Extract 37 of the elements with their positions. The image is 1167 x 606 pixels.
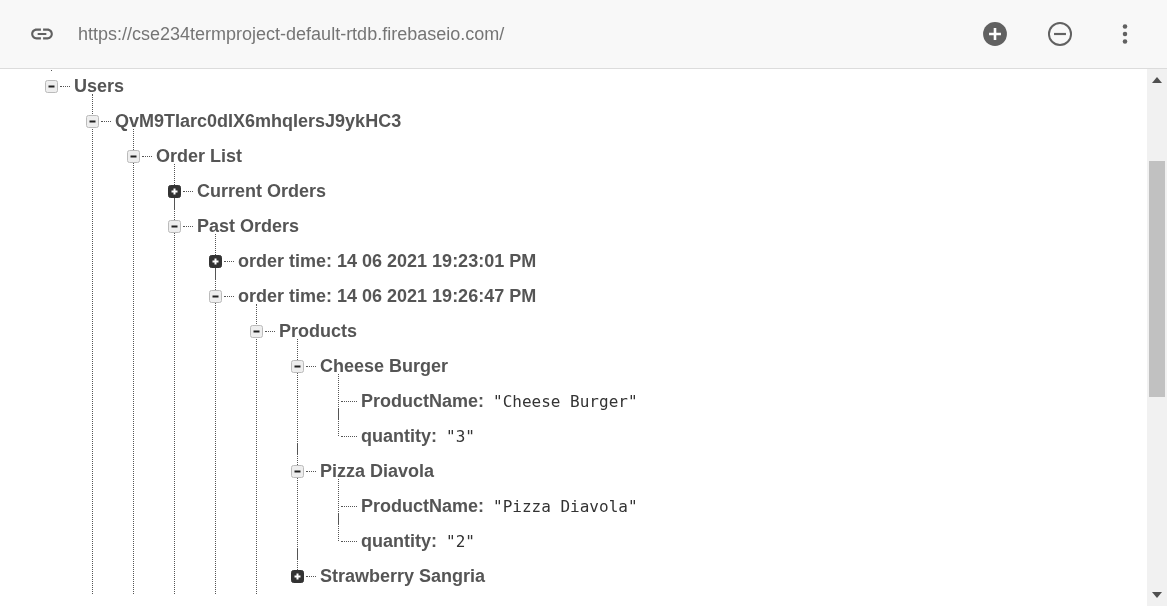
node-key[interactable]: Cheese Burger — [320, 356, 449, 377]
node-key[interactable]: order time: 14 06 2021 19:26:47 PM — [238, 286, 537, 307]
expand-toggle[interactable] — [291, 570, 304, 583]
node-key[interactable]: Users — [74, 76, 125, 97]
remove-button[interactable] — [1047, 21, 1073, 47]
node-key[interactable]: QvM9TIarc0dIX6mhqIersJ9ykHC3 — [115, 111, 402, 132]
collapse-toggle[interactable] — [45, 80, 58, 93]
field-key: quantity: — [361, 426, 437, 447]
field-key: quantity: — [361, 531, 437, 552]
node-key[interactable]: Current Orders — [197, 181, 327, 202]
field-value[interactable]: "Cheese Burger" — [493, 392, 638, 411]
field-value[interactable]: "3" — [446, 427, 475, 446]
database-url[interactable]: https://cse234termproject-default-rtdb.firebaseio.com/ — [78, 23, 505, 45]
node-key[interactable]: order time: 14 06 2021 19:23:01 PM — [238, 251, 537, 272]
collapse-toggle[interactable] — [291, 360, 304, 373]
expand-toggle[interactable] — [168, 185, 181, 198]
scrollbar-thumb[interactable] — [1149, 161, 1165, 397]
field-value[interactable]: "2" — [446, 532, 475, 551]
collapse-toggle[interactable] — [127, 150, 140, 163]
node-key[interactable]: Past Orders — [197, 216, 300, 237]
collapse-toggle[interactable] — [250, 325, 263, 338]
node-key[interactable]: Order List — [156, 146, 243, 167]
field-key: ProductName: — [361, 496, 485, 517]
field-key: ProductName: — [361, 391, 485, 412]
collapse-toggle[interactable] — [86, 115, 99, 128]
collapse-toggle[interactable] — [168, 220, 181, 233]
scroll-down-icon[interactable] — [1152, 592, 1162, 598]
field-value[interactable]: "Pizza Diavola" — [493, 497, 638, 516]
scroll-up-icon[interactable] — [1152, 77, 1162, 83]
collapse-toggle[interactable] — [291, 465, 304, 478]
expand-toggle[interactable] — [209, 255, 222, 268]
node-key[interactable]: Products — [279, 321, 357, 342]
node-key[interactable]: Strawberry Sangria — [320, 566, 486, 587]
add-button[interactable] — [982, 21, 1008, 47]
node-key[interactable]: Pizza Diavola — [320, 461, 435, 482]
collapse-toggle[interactable] — [209, 290, 222, 303]
scrollbar[interactable] — [1147, 69, 1167, 606]
